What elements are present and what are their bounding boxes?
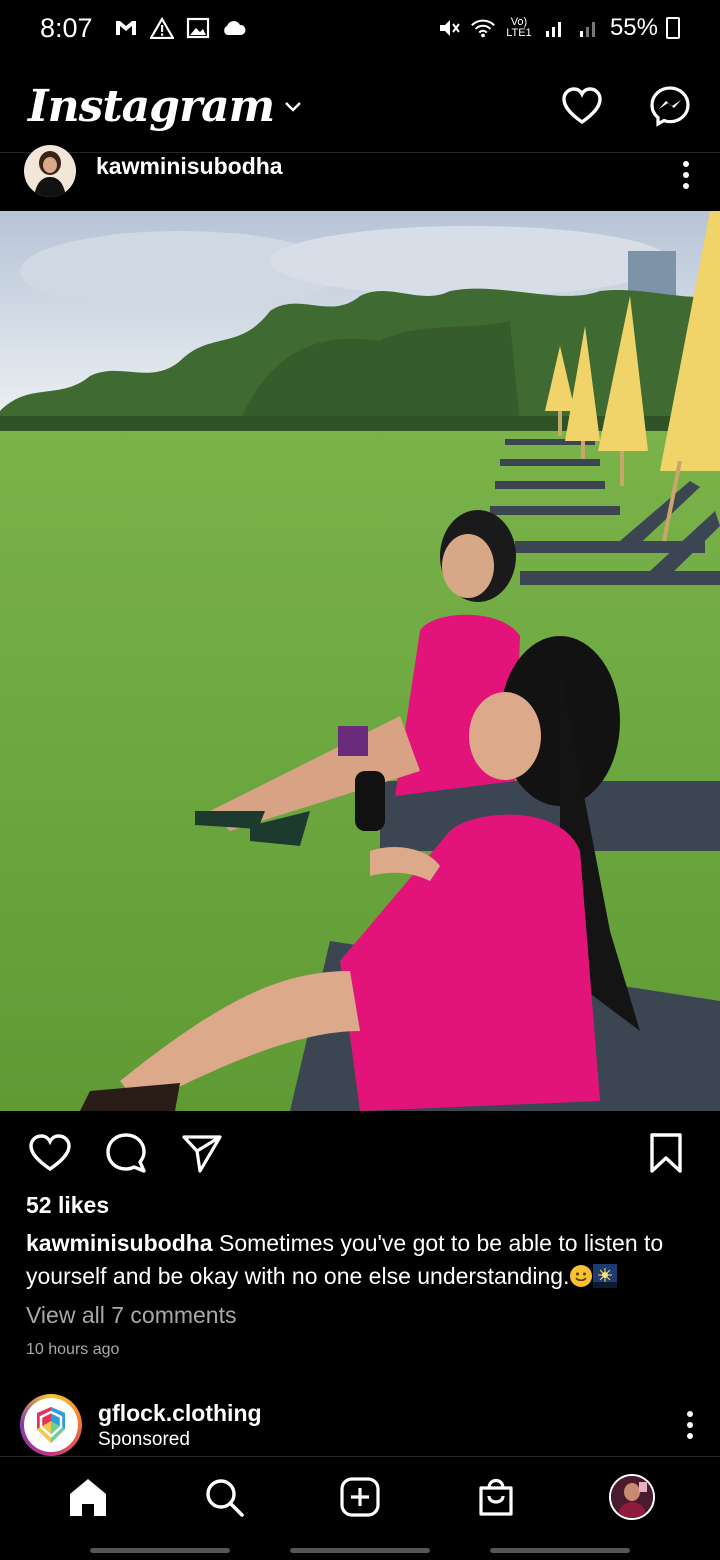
create-post-icon[interactable] (334, 1471, 386, 1523)
gesture-navigation-bar (0, 1540, 720, 1560)
gesture-back[interactable] (490, 1547, 630, 1553)
sponsor-username[interactable]: gflock.clothing (98, 1400, 262, 1427)
gesture-home[interactable] (290, 1547, 430, 1553)
night-sky-emoji-icon (593, 1264, 618, 1288)
sponsored-label: Sponsored (98, 1428, 190, 1450)
messenger-icon[interactable] (648, 84, 692, 128)
like-icon[interactable] (26, 1129, 74, 1177)
status-left: 8:07 (40, 13, 247, 44)
comment-icon[interactable] (102, 1129, 150, 1177)
mute-icon (436, 17, 462, 39)
header-actions (560, 84, 692, 128)
post-username[interactable]: kawminisubodha (96, 153, 283, 180)
signal-icon-2 (576, 17, 602, 39)
post-action-bar (0, 1123, 720, 1183)
post-header: kawminisubodha (0, 144, 720, 210)
gmail-icon (113, 17, 139, 39)
view-all-comments-link[interactable]: View all 7 comments (26, 1302, 237, 1329)
gallery-icon (185, 17, 211, 39)
caption-username[interactable]: kawminisubodha (26, 1230, 213, 1256)
battery-icon (666, 17, 680, 39)
chevron-down-icon[interactable] (282, 95, 304, 117)
signal-icon (542, 17, 568, 39)
avatar[interactable] (24, 144, 76, 197)
status-bar: 8:07 Vo) LTE1 55% (0, 0, 720, 56)
status-time: 8:07 (40, 12, 93, 43)
sponsor-logo-icon (24, 1398, 78, 1452)
notifications-heart-icon[interactable] (560, 84, 604, 128)
shop-icon[interactable] (470, 1471, 522, 1523)
cloud-icon (221, 17, 247, 39)
status-right: Vo) LTE1 55% (436, 14, 680, 42)
search-icon[interactable] (198, 1471, 250, 1523)
post-caption: kawminisubodha Sometimes you've got to b… (26, 1227, 696, 1293)
sponsor-info: gflock.clothing Sponsored (98, 1400, 262, 1451)
profile-avatar (609, 1473, 655, 1520)
likes-count[interactable]: 52 likes (26, 1192, 109, 1219)
smile-emoji-icon (569, 1264, 593, 1288)
warning-icon (149, 17, 175, 39)
network-label: Vo) LTE1 (506, 16, 532, 39)
sponsor-avatar[interactable] (20, 1394, 82, 1456)
bookmark-icon[interactable] (642, 1129, 690, 1177)
bottom-nav (0, 1456, 720, 1536)
wifi-icon (470, 17, 496, 39)
post-image[interactable] (0, 211, 720, 1111)
gesture-recent[interactable] (90, 1547, 230, 1553)
profile-tab[interactable] (606, 1471, 658, 1523)
next-post-more-options-icon[interactable] (680, 1405, 700, 1445)
share-icon[interactable] (178, 1129, 226, 1177)
next-post-header: gflock.clothing Sponsored (0, 1394, 720, 1456)
app-header: Instagram (0, 60, 720, 152)
post-timestamp: 10 hours ago (26, 1341, 120, 1358)
home-icon[interactable] (62, 1471, 114, 1523)
instagram-logo[interactable]: Instagram (28, 81, 275, 132)
battery-text: 55% (609, 14, 658, 41)
post-more-options-icon[interactable] (676, 155, 696, 195)
